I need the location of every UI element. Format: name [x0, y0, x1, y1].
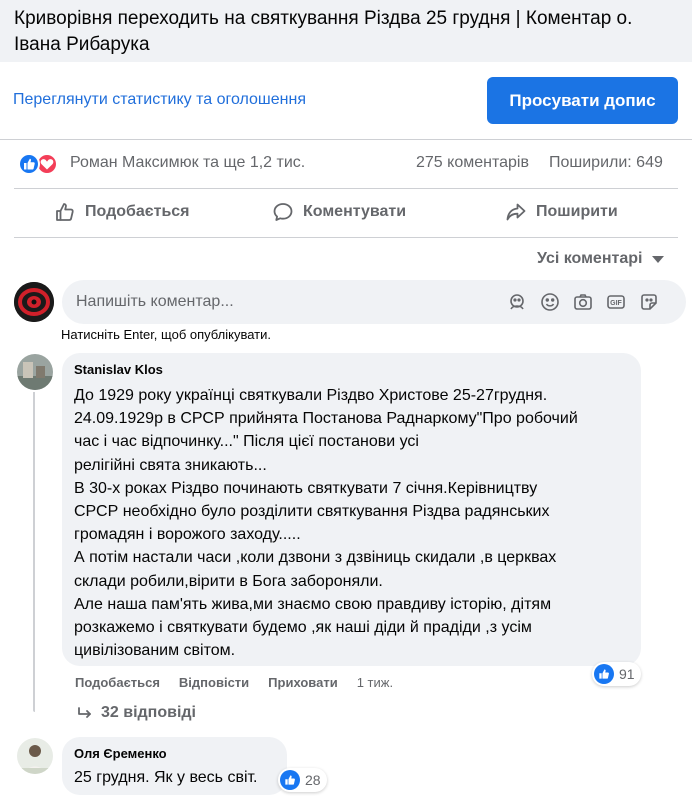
like-reaction-icon — [18, 153, 40, 175]
comment-bubble-icon — [273, 203, 293, 221]
like-reaction-icon — [280, 770, 300, 790]
reactions-summary: Роман Максимюк та ще 1,2 тис. 275 комент… — [0, 140, 692, 188]
share-button-label: Поширити — [536, 203, 618, 220]
avatar-sticker-icon[interactable] — [507, 292, 527, 312]
share-button[interactable]: Поширити — [505, 201, 618, 223]
comment-line: громадян і ворожого заходу..... — [74, 526, 301, 544]
comment-line: розкажемо і святкувати будемо ,як наші д… — [74, 619, 532, 637]
like-button-label: Подобається — [85, 203, 190, 220]
view-replies-link[interactable]: 32 відповіді — [77, 704, 196, 722]
comment-reactions[interactable]: 91 — [592, 662, 641, 686]
comment-reactions-count: 91 — [619, 666, 635, 682]
comment-line: СРСР необхідно було розділити святкуванн… — [74, 503, 550, 521]
comment-text: 25 грудня. Як у весь світ. — [74, 769, 258, 786]
composer-toolbar: GIF — [507, 292, 659, 312]
reaction-icons[interactable] — [18, 153, 62, 175]
reply-arrow-icon — [78, 707, 91, 718]
comment-filter-label: Усі коментарі — [537, 250, 643, 267]
comment-reactions[interactable]: 28 — [278, 768, 327, 792]
view-insights-link[interactable]: Переглянути статистику та оголошення — [13, 91, 306, 109]
comment-composer: GIF — [14, 280, 686, 326]
like-reaction-icon — [594, 664, 614, 684]
camera-icon[interactable] — [573, 292, 593, 312]
commenter-avatar[interactable] — [17, 354, 53, 390]
sticker-icon[interactable] — [639, 292, 659, 312]
post-actions: Подобається Коментувати Поширити — [14, 188, 678, 238]
gif-icon[interactable]: GIF — [606, 292, 626, 312]
comment-reactions-count: 28 — [305, 772, 321, 788]
promote-post-button[interactable]: Просувати допис — [487, 77, 678, 124]
comment-like-link[interactable]: Подобається — [75, 675, 160, 690]
comments-count-link[interactable]: 275 коментарів — [416, 154, 529, 172]
comment-author[interactable]: Stanislav Klos — [74, 361, 629, 379]
caret-down-icon — [652, 255, 665, 263]
comment-line: Але наша пам'ять жива,ми знаємо свою пра… — [74, 595, 552, 613]
comment-line: А потім настали часи ,коли дзвони з дзві… — [74, 549, 557, 567]
comment-actions: Подобається Відповісти Приховати 1 тиж. — [75, 675, 412, 690]
comment-author[interactable]: Оля Єременко — [74, 745, 275, 763]
comment-button-label: Коментувати — [303, 203, 407, 220]
comment-line: 24.09.1929р в СРСР прийнята Постанова Ра… — [74, 410, 578, 428]
stats-bar: Переглянути статистику та оголошення Про… — [0, 62, 692, 140]
comment-line: час і час відпочинку..." Після цієї пост… — [74, 433, 419, 451]
shares-count-link[interactable]: Поширили: 649 — [549, 154, 663, 172]
comment-hide-link[interactable]: Приховати — [268, 675, 338, 690]
like-button[interactable]: Подобається — [54, 201, 190, 223]
post-title: Криворівня переходить на святкування Різ… — [14, 8, 633, 55]
current-user-avatar[interactable] — [14, 282, 54, 322]
comment-text: До 1929 року українці святкували Різдво … — [74, 384, 629, 662]
svg-text:GIF: GIF — [610, 300, 622, 307]
comment-line: До 1929 року українці святкували Різдво … — [74, 387, 548, 404]
comment-timestamp[interactable]: 1 тиж. — [357, 675, 393, 690]
comment-line: релігійні свята зникають... — [74, 456, 267, 474]
comment-bubble: Stanislav Klos До 1929 року українці свя… — [62, 353, 641, 666]
reply-thread-line — [33, 392, 35, 712]
comment-line: В 30-х роках Різдво починають святкувати… — [74, 479, 538, 497]
commenter-avatar[interactable] — [17, 738, 53, 774]
comment-filter-dropdown[interactable]: Усі коментарі — [537, 250, 665, 268]
publish-hint: Натисніть Enter, щоб опублікувати. — [61, 327, 271, 342]
thumbs-up-icon — [56, 203, 74, 221]
comment-button[interactable]: Коментувати — [272, 201, 406, 223]
reactors-link[interactable]: Роман Максимюк та ще 1,2 тис. — [70, 154, 305, 172]
comment-line: склади робили,вірити в Бога забороняли. — [74, 572, 383, 590]
comment-line: цивілізованим світом. — [74, 642, 236, 660]
share-arrow-icon — [506, 203, 526, 221]
emoji-icon[interactable] — [540, 292, 560, 312]
post-title-bar: Криворівня переходить на святкування Різ… — [0, 0, 692, 62]
comment-bubble: Оля Єременко 25 грудня. Як у весь світ. — [62, 737, 287, 795]
replies-count-label: 32 відповіді — [101, 704, 196, 721]
comment-reply-link[interactable]: Відповісти — [179, 675, 249, 690]
